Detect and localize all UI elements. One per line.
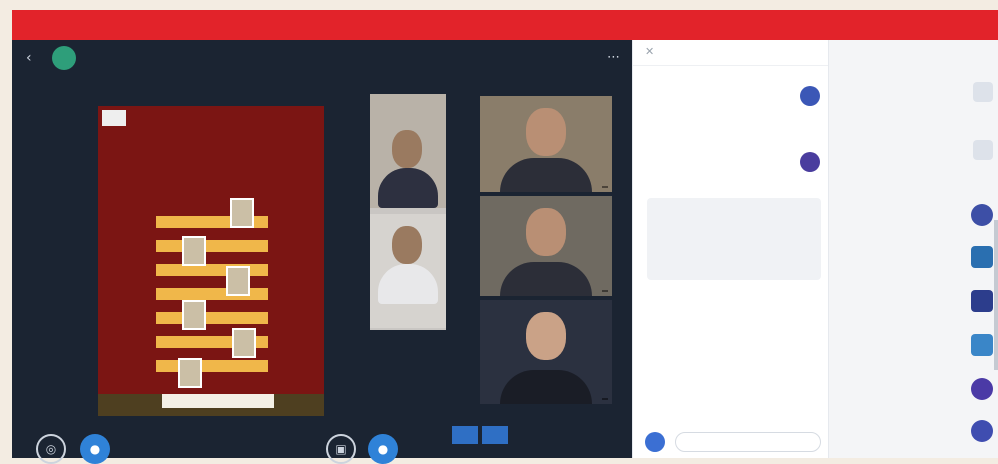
presentation-bar bbox=[156, 240, 268, 252]
mic-button[interactable]: ● bbox=[368, 434, 398, 464]
camera-icon: ● bbox=[89, 442, 101, 456]
chat-message bbox=[640, 86, 820, 130]
list-item[interactable] bbox=[829, 134, 998, 170]
more-options-icon[interactable]: ⋯ bbox=[607, 50, 620, 65]
app-frame: ‹ ⋯ ◎ ● ▣ ● ✕ bbox=[12, 10, 998, 464]
list-item[interactable] bbox=[829, 76, 998, 112]
participant-row[interactable] bbox=[829, 414, 998, 450]
app-logo bbox=[52, 46, 76, 70]
participant-video[interactable] bbox=[370, 94, 446, 208]
presentation-bar bbox=[156, 264, 268, 276]
participant-body bbox=[500, 158, 592, 192]
top-banner bbox=[12, 10, 998, 40]
participant-row[interactable] bbox=[829, 240, 998, 276]
avatar bbox=[971, 420, 993, 442]
participant-face bbox=[392, 226, 422, 264]
participant-body bbox=[378, 264, 438, 304]
participants-panel bbox=[828, 40, 998, 458]
participant-body bbox=[378, 168, 438, 208]
participant-body bbox=[500, 370, 592, 404]
chat-message-card bbox=[647, 198, 821, 280]
presentation-badge bbox=[102, 110, 126, 126]
participant-name bbox=[602, 290, 608, 292]
avatar bbox=[971, 290, 993, 312]
view-toggle-button[interactable] bbox=[452, 426, 478, 444]
participant-tile[interactable] bbox=[480, 96, 612, 192]
participant-body bbox=[500, 262, 592, 296]
close-icon[interactable]: ✕ bbox=[645, 45, 654, 58]
presentation-bar bbox=[156, 288, 268, 300]
chat-panel: ✕ bbox=[632, 40, 829, 458]
participant-face bbox=[526, 208, 566, 256]
participant-name bbox=[602, 398, 608, 400]
participant-face bbox=[526, 108, 566, 156]
participant-video[interactable] bbox=[370, 214, 446, 328]
avatar bbox=[971, 378, 993, 400]
participant-name bbox=[602, 186, 608, 188]
presentation-photo bbox=[232, 328, 256, 358]
gear-icon: ◎ bbox=[45, 442, 57, 456]
screen-share-button[interactable]: ▣ bbox=[326, 434, 356, 464]
avatar bbox=[971, 334, 993, 356]
avatar bbox=[800, 86, 820, 106]
participant-row[interactable] bbox=[829, 284, 998, 320]
presentation-photo bbox=[182, 236, 206, 266]
camera-button[interactable]: ● bbox=[80, 434, 110, 464]
back-arrow-icon[interactable]: ‹ bbox=[26, 50, 32, 66]
presentation-bar bbox=[156, 312, 268, 324]
participant-row[interactable] bbox=[829, 198, 998, 234]
participant-tile[interactable] bbox=[480, 300, 612, 404]
avatar bbox=[971, 246, 993, 268]
participant-face bbox=[392, 130, 422, 168]
chat-input[interactable] bbox=[675, 432, 821, 452]
avatar bbox=[971, 204, 993, 226]
chat-header: ✕ bbox=[633, 40, 829, 66]
scrollbar[interactable] bbox=[994, 220, 998, 370]
participant-strip bbox=[370, 94, 446, 330]
presentation-photo bbox=[182, 300, 206, 330]
view-toggle-group bbox=[452, 426, 508, 444]
send-button[interactable] bbox=[645, 432, 665, 452]
message-icon bbox=[973, 82, 993, 102]
participant-row[interactable] bbox=[829, 328, 998, 364]
note-icon bbox=[973, 140, 993, 160]
presentation-photo bbox=[230, 198, 254, 228]
presentation-bar bbox=[156, 360, 268, 372]
presentation-photo bbox=[226, 266, 250, 296]
shared-presentation bbox=[98, 106, 324, 416]
chat-message bbox=[640, 152, 820, 192]
avatar bbox=[800, 152, 820, 172]
conference-stage: ‹ ⋯ ◎ ● ▣ ● bbox=[12, 40, 632, 464]
view-toggle-button[interactable] bbox=[482, 426, 508, 444]
participant-face bbox=[526, 312, 566, 360]
presentation-caption bbox=[162, 394, 274, 408]
conference-header: ‹ ⋯ bbox=[12, 40, 632, 76]
participant-row[interactable] bbox=[829, 372, 998, 408]
mic-icon: ● bbox=[377, 442, 389, 456]
screen-share-icon: ▣ bbox=[335, 442, 347, 456]
settings-button[interactable]: ◎ bbox=[36, 434, 66, 464]
participant-tile[interactable] bbox=[480, 196, 612, 296]
presentation-photo bbox=[178, 358, 202, 388]
